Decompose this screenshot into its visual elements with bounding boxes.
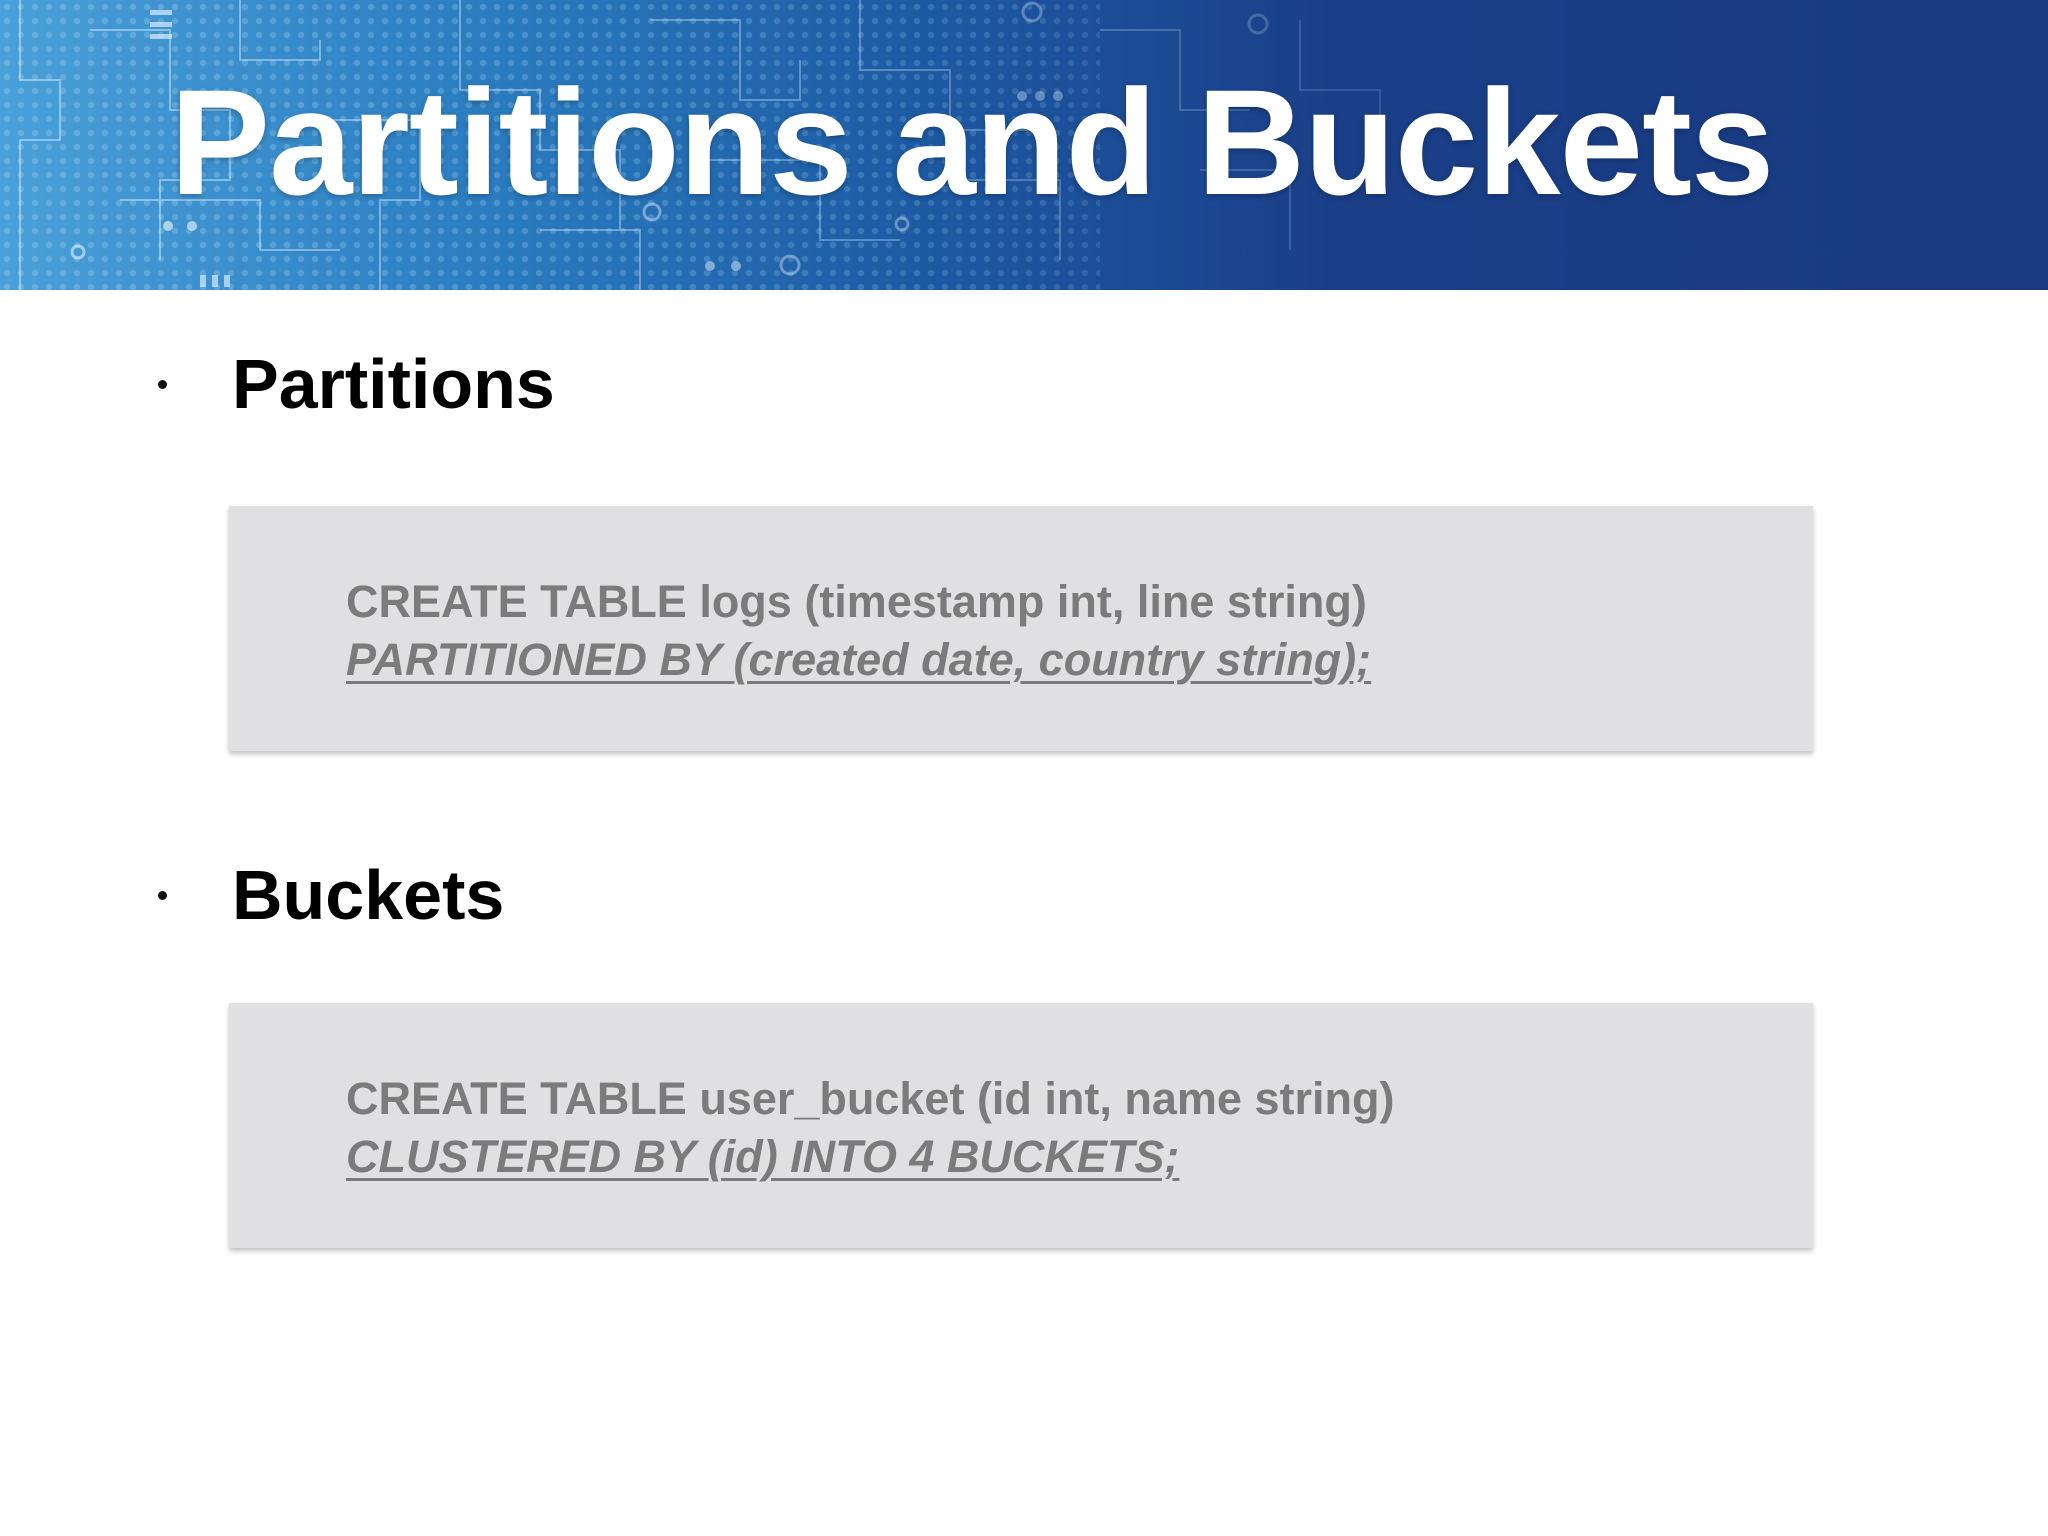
bullet-partitions: Partitions bbox=[158, 344, 555, 424]
code-line-clustered-by: CLUSTERED BY (id) INTO 4 BUCKETS; bbox=[346, 1131, 1180, 1182]
code-line-create-logs: CREATE TABLE logs (timestamp int, line s… bbox=[346, 576, 1367, 627]
slide: Partitions and Buckets Partitions CREATE… bbox=[0, 0, 2048, 1536]
code-block-buckets: CREATE TABLE user_bucket (id int, name s… bbox=[229, 1003, 1813, 1248]
title-banner: Partitions and Buckets bbox=[0, 0, 2048, 290]
code-line-partitioned-by: PARTITIONED BY (created date, country st… bbox=[346, 634, 1372, 685]
bullet-buckets: Buckets bbox=[158, 855, 504, 935]
section-heading-partitions: Partitions bbox=[232, 345, 555, 423]
bullet-dot-icon bbox=[158, 890, 167, 900]
code-line-create-user-bucket: CREATE TABLE user_bucket (id int, name s… bbox=[346, 1073, 1395, 1124]
bullet-dot-icon bbox=[158, 379, 167, 389]
code-block-partitions: CREATE TABLE logs (timestamp int, line s… bbox=[229, 506, 1813, 751]
slide-title: Partitions and Buckets bbox=[170, 58, 1774, 226]
section-heading-buckets: Buckets bbox=[232, 856, 505, 934]
